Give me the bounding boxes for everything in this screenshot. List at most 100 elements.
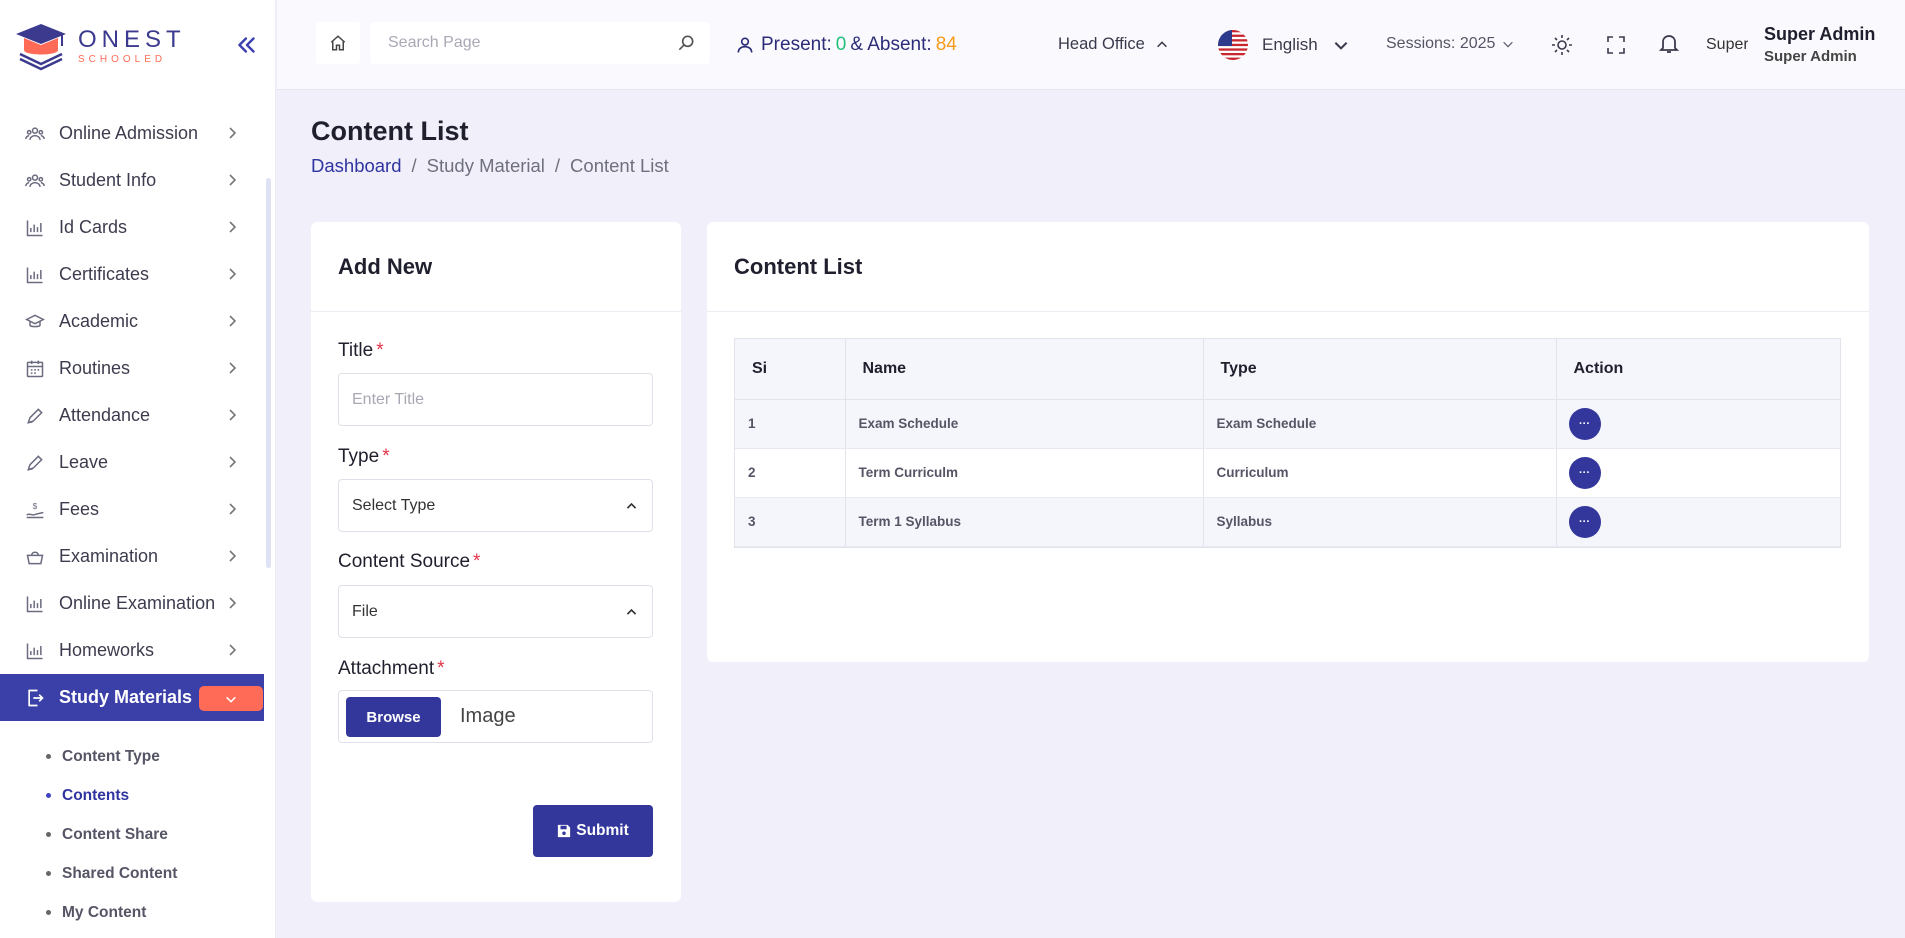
- chevron-right-icon: [229, 174, 237, 186]
- session-selector[interactable]: Sessions: 2025: [1386, 35, 1515, 53]
- chevron-down-icon: [226, 696, 236, 703]
- sidebar-item-fees[interactable]: $ Fees: [0, 486, 264, 533]
- content-source-select[interactable]: File: [338, 585, 653, 638]
- type-select[interactable]: Select Type: [338, 479, 653, 532]
- branch-selector[interactable]: Head Office: [1058, 35, 1169, 54]
- search-icon[interactable]: [676, 33, 696, 53]
- cell-name: Exam Schedule: [845, 399, 1204, 449]
- breadcrumb-dashboard[interactable]: Dashboard: [311, 155, 402, 177]
- breadcrumb-current: Content List: [570, 155, 669, 176]
- sidebar-item-academic[interactable]: Academic: [0, 298, 264, 345]
- content-source-label: Content Source *: [338, 551, 480, 573]
- title-field: [338, 373, 653, 426]
- pen-icon: [24, 405, 46, 427]
- chevron-right-icon: [229, 362, 237, 374]
- cell-si: 1: [735, 399, 846, 449]
- submenu-item-label: Shared Content: [62, 864, 178, 882]
- collapse-sidebar-icon[interactable]: [234, 32, 260, 58]
- language-label: English: [1262, 35, 1318, 54]
- cell-action: ···: [1556, 448, 1840, 498]
- attachment-label-text: Attachment: [338, 658, 435, 679]
- chart-icon: [24, 593, 46, 615]
- column-header-name: Name: [845, 339, 1204, 400]
- fullscreen-icon[interactable]: [1604, 33, 1628, 57]
- cell-type: Curriculum: [1203, 448, 1557, 498]
- sidebar-item-student-info[interactable]: Student Info: [0, 157, 264, 204]
- home-button[interactable]: [316, 22, 360, 64]
- brand-logo[interactable]: ONEST SCHOOLED: [12, 18, 186, 74]
- user-name[interactable]: Super Admin: [1764, 24, 1875, 45]
- row-action-button[interactable]: ···: [1568, 505, 1601, 538]
- sidebar-item-label: Online Examination: [59, 593, 216, 613]
- submenu-item-content-type[interactable]: Content Type: [0, 737, 264, 776]
- submenu-item-label: Content Share: [62, 825, 168, 843]
- submenu-item-my-content[interactable]: My Content: [0, 893, 264, 932]
- chevron-right-icon: [229, 315, 237, 327]
- breadcrumb-study-material: Study Material: [426, 155, 545, 176]
- sidebar-scrollbar[interactable]: [266, 178, 271, 568]
- sidebar-item-id-cards[interactable]: Id Cards: [0, 204, 264, 251]
- search-input[interactable]: [370, 22, 650, 64]
- chevron-right-icon: [229, 456, 237, 468]
- submenu-item-content-share[interactable]: Content Share: [0, 815, 264, 854]
- type-label-text: Type: [338, 446, 380, 467]
- submenu-item-shared-content[interactable]: Shared Content: [0, 854, 264, 893]
- bell-icon[interactable]: [1657, 31, 1681, 55]
- language-selector[interactable]: English: [1218, 30, 1350, 60]
- required-mark: *: [437, 658, 445, 679]
- sidebar-item-label: Study Materials: [59, 687, 193, 707]
- table-header-row: Si Name Type Action: [735, 339, 1840, 400]
- submenu-item-label: My Content: [62, 903, 147, 921]
- search-bar: [370, 22, 710, 64]
- sidebar-item-label: Leave: [59, 452, 109, 472]
- basket-icon: [24, 546, 46, 568]
- users-icon: [24, 170, 46, 192]
- top-header: Present: 0 & Absent: 84 Head Office Engl…: [277, 0, 1905, 90]
- row-action-button[interactable]: ···: [1568, 407, 1601, 440]
- money-icon: $: [24, 499, 46, 521]
- sidebar-item-label: Fees: [59, 499, 100, 519]
- add-new-card: Add New Title* Type* Select Type Content…: [311, 222, 681, 902]
- table-row: 2 Term Curriculm Curriculum ···: [735, 448, 1840, 498]
- row-action-button[interactable]: ···: [1568, 456, 1601, 489]
- title-input[interactable]: [339, 374, 652, 425]
- sidebar-item-leave[interactable]: Leave: [0, 439, 264, 486]
- submenu-item-label: Contents: [62, 786, 130, 804]
- sidebar-item-homeworks[interactable]: Homeworks: [0, 627, 264, 674]
- chevron-right-icon: [229, 644, 237, 656]
- chevron-up-icon: [1156, 40, 1167, 47]
- sidebar-item-routines[interactable]: Routines: [0, 345, 264, 392]
- content-list-card: Content List Si Name Type Action 1 Exam …: [707, 222, 1869, 662]
- absent-label: & Absent:: [850, 34, 932, 55]
- bullet-icon: [46, 910, 51, 915]
- browse-button[interactable]: Browse: [346, 697, 441, 737]
- users-icon: [24, 123, 46, 145]
- required-mark: *: [382, 446, 390, 467]
- sidebar-item-label: Homeworks: [59, 640, 155, 660]
- submit-button[interactable]: Submit: [533, 805, 653, 857]
- calendar-icon: [24, 358, 46, 380]
- attachment-label: Attachment *: [338, 658, 445, 680]
- sidebar-item-online-admission[interactable]: Online Admission: [0, 110, 264, 157]
- submenu-item-contents[interactable]: Contents: [0, 776, 264, 815]
- submenu-item-label: Content Type: [62, 747, 160, 765]
- user-role: Super Admin: [1764, 48, 1857, 65]
- logo-icon: [16, 24, 66, 71]
- logo-text: ONEST SCHOOLED: [78, 27, 186, 65]
- sidebar-item-study-materials[interactable]: Study Materials: [0, 674, 264, 721]
- column-header-type: Type: [1203, 339, 1557, 400]
- brand-tagline: SCHOOLED: [78, 53, 167, 65]
- avatar[interactable]: Super: [1706, 24, 1748, 66]
- chart-icon: [24, 640, 46, 662]
- sidebar-item-attendance[interactable]: Attendance: [0, 392, 264, 439]
- expand-toggle[interactable]: [199, 686, 263, 711]
- bullet-icon: [46, 754, 51, 759]
- chevron-down-icon: [1503, 41, 1514, 48]
- save-icon: [558, 824, 571, 838]
- sidebar-item-examination[interactable]: Examination: [0, 533, 264, 580]
- sidebar-item-online-examination[interactable]: Online Examination: [0, 580, 264, 627]
- sidebar-item-certificates[interactable]: Certificates: [0, 251, 264, 298]
- sidebar-item-label: Routines: [59, 358, 131, 378]
- add-new-heading: Add New: [311, 222, 681, 312]
- sun-icon[interactable]: [1550, 33, 1574, 57]
